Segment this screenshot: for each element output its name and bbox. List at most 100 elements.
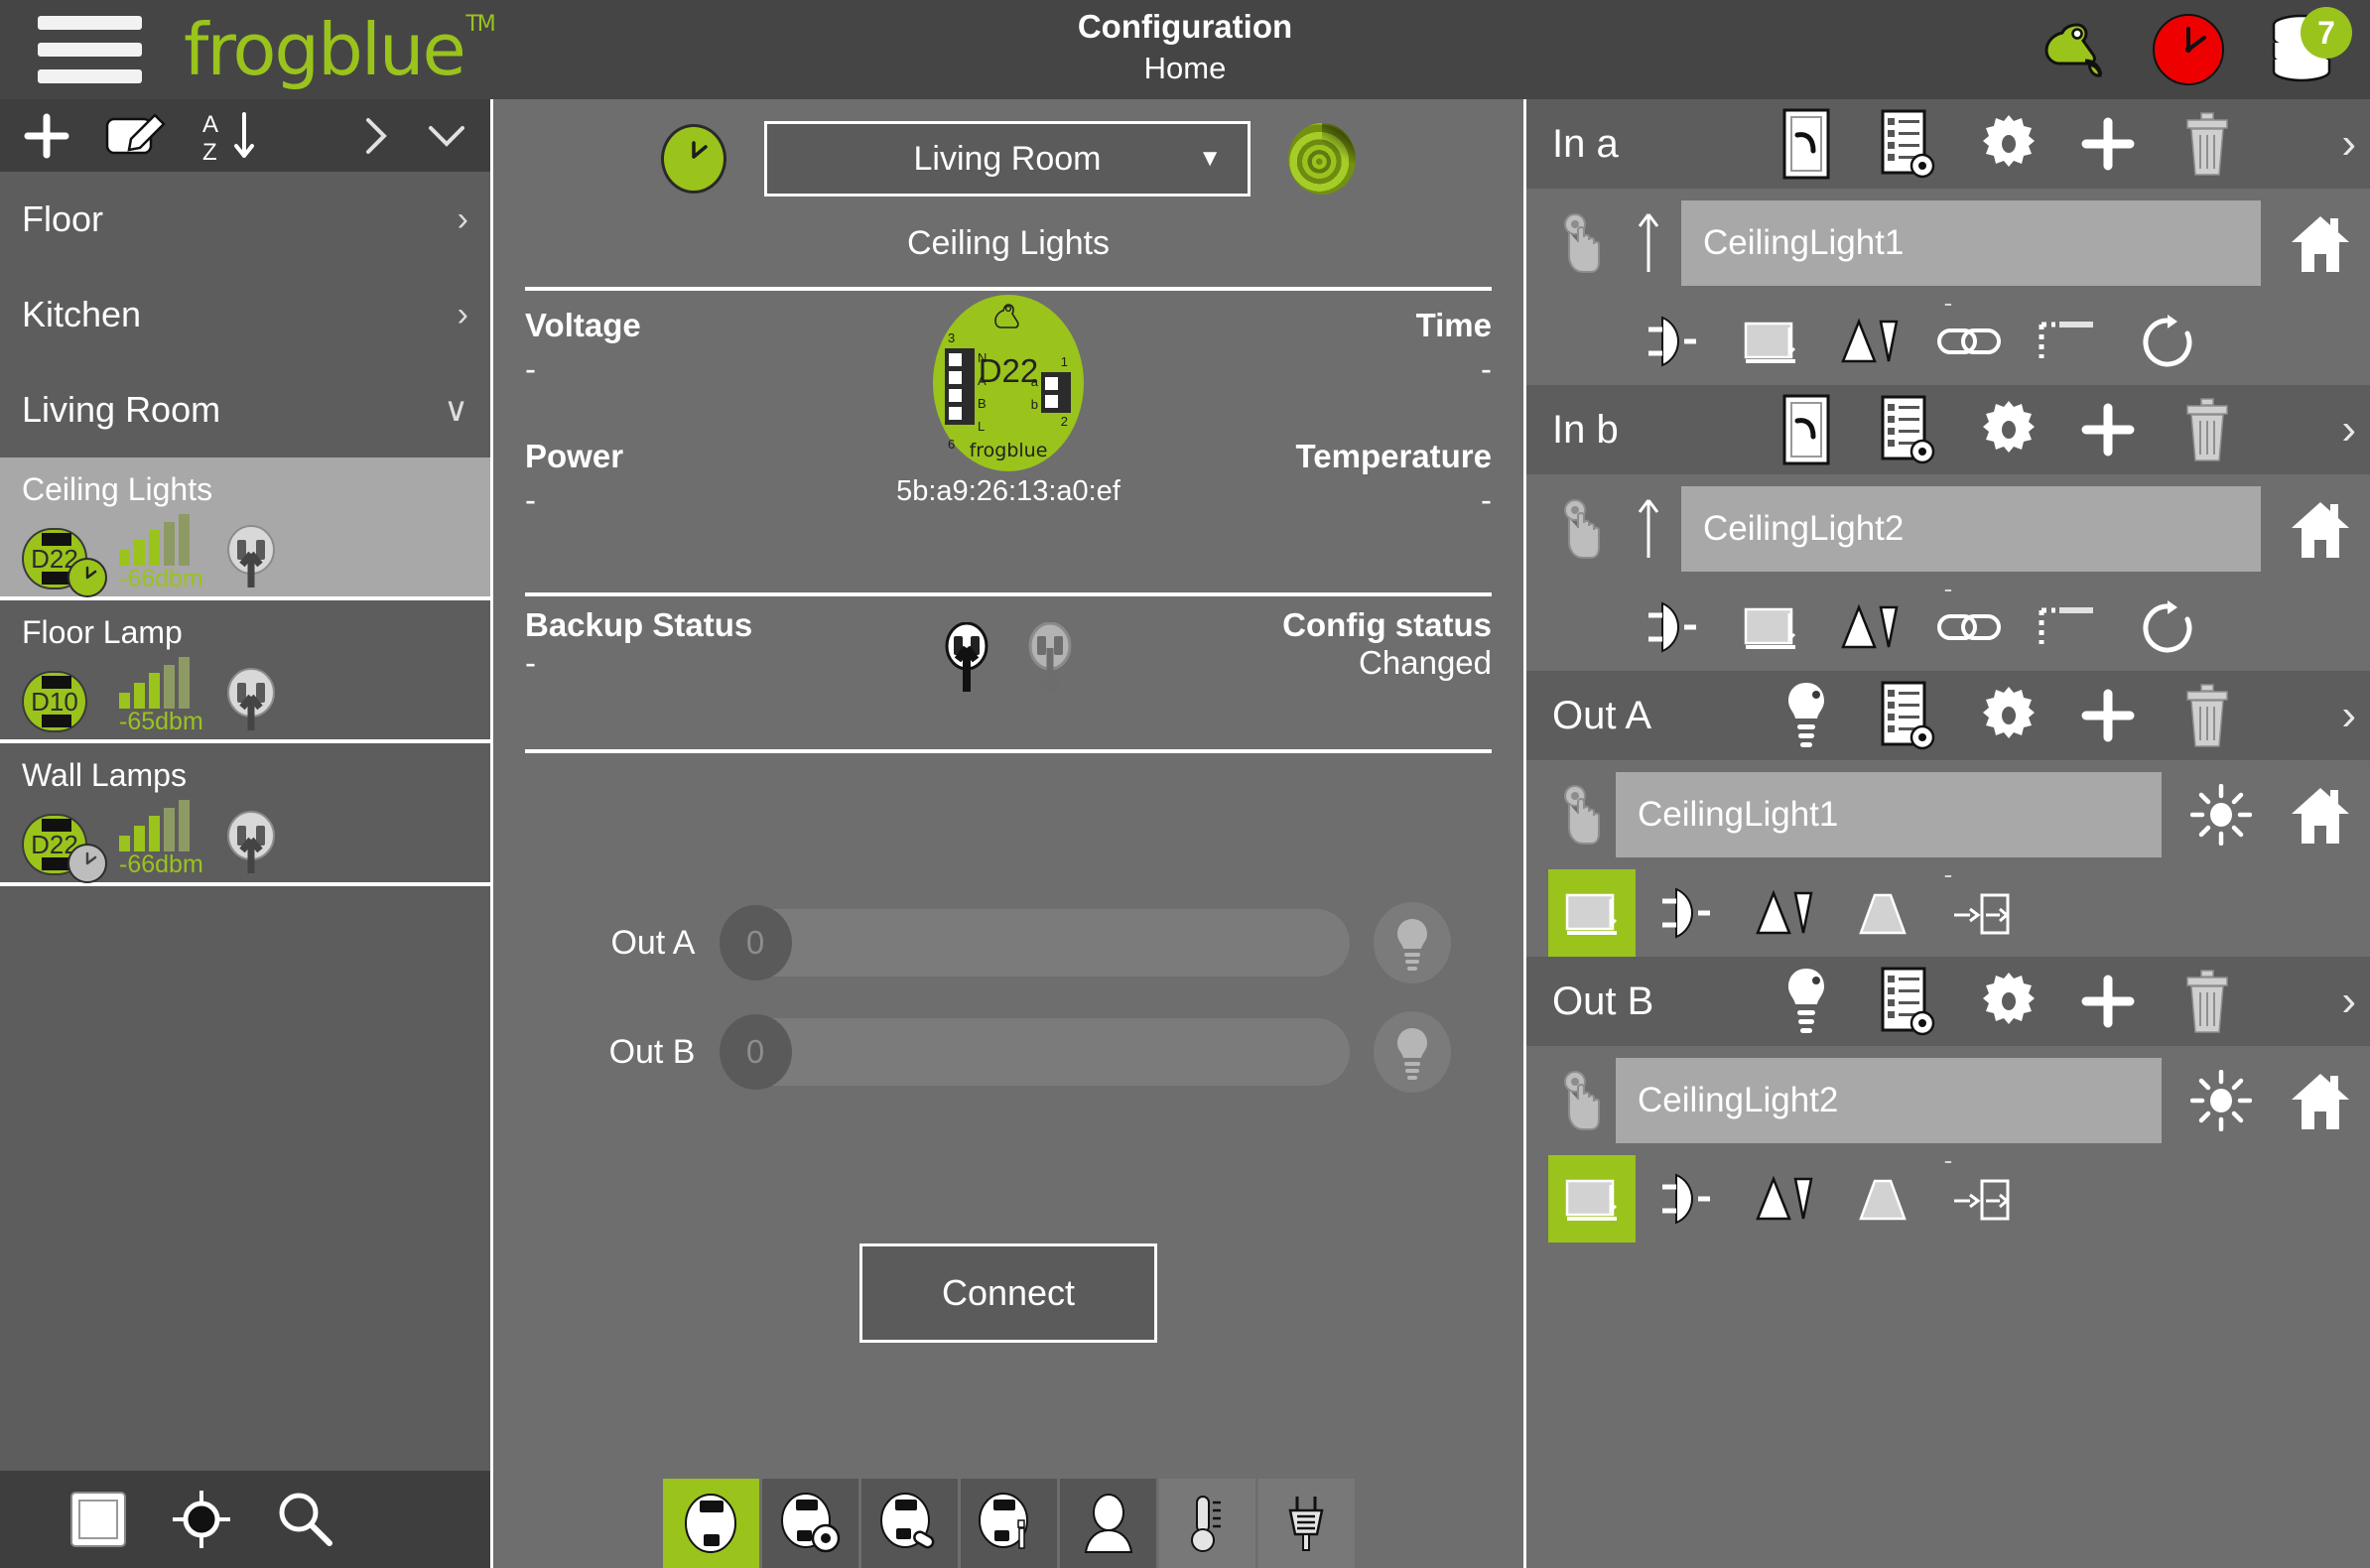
sort-az-icon[interactable]: A Z <box>200 108 258 164</box>
bulb-button-a[interactable] <box>1373 902 1451 983</box>
arrow-door-icon[interactable] <box>1933 889 2033 937</box>
triangles-icon[interactable] <box>1735 887 1834 939</box>
trapezoid-icon[interactable] <box>1834 1175 1933 1223</box>
section-expand-chevron-in-a[interactable]: › <box>2257 119 2370 169</box>
blind-icon[interactable] <box>1548 869 1636 957</box>
link-icon[interactable] <box>1919 607 2019 647</box>
list-item[interactable]: Floor Lamp D10 -65dbm <box>0 600 490 743</box>
upload-plug-icon[interactable] <box>222 524 280 589</box>
sun-icon[interactable] <box>2172 784 2271 846</box>
plug-half-icon[interactable] <box>1636 1169 1735 1229</box>
square-icon[interactable] <box>67 1489 129 1550</box>
list-gear-icon[interactable] <box>1856 108 1959 180</box>
add-icon[interactable] <box>22 111 71 161</box>
collapse-all-icon[interactable] <box>425 121 468 151</box>
assigned-name-field[interactable]: CeilingLight1 <box>1616 772 2162 857</box>
list-gear-icon[interactable] <box>1856 966 1959 1037</box>
touch-hand-icon[interactable] <box>1548 212 1616 274</box>
upload-plug-icon[interactable] <box>222 667 280 732</box>
output-slider-a[interactable]: 0 <box>719 905 1350 980</box>
assigned-name-field[interactable]: CeilingLight2 <box>1681 486 2261 572</box>
gear-icon[interactable] <box>1959 113 2058 175</box>
gear-icon[interactable] <box>1959 399 2058 460</box>
clock-icon[interactable] <box>2150 11 2227 88</box>
plug-half-icon[interactable] <box>1622 312 1721 371</box>
tab-device-settings[interactable] <box>761 1479 858 1568</box>
slider-knob[interactable]: 0 <box>719 1014 792 1090</box>
blind-icon[interactable] <box>1721 318 1820 365</box>
frog-icon[interactable] <box>2037 11 2114 88</box>
plus-icon[interactable] <box>2058 689 2158 742</box>
touch-hand-icon[interactable] <box>1548 784 1616 846</box>
touch-hand-icon[interactable] <box>1548 498 1616 560</box>
assigned-name-field[interactable]: CeilingLight1 <box>1681 200 2261 286</box>
list-gear-icon[interactable] <box>1856 680 1959 751</box>
search-icon[interactable] <box>274 1489 335 1550</box>
arrow-door-icon[interactable] <box>1933 1175 2033 1223</box>
house-icon[interactable] <box>2271 1068 2370 1133</box>
trapezoid-icon[interactable] <box>1834 889 1933 937</box>
switch-icon[interactable] <box>1757 393 1856 466</box>
assigned-name-field[interactable]: CeilingLight2 <box>1616 1058 2162 1143</box>
sun-icon[interactable] <box>2172 1070 2271 1131</box>
edit-icon[interactable] <box>105 112 167 159</box>
blind-icon[interactable] <box>1721 603 1820 651</box>
bulb-icon[interactable] <box>1757 679 1856 752</box>
clock-button[interactable] <box>661 124 726 194</box>
download-plug-icon[interactable] <box>1023 622 1077 694</box>
bulb-icon[interactable] <box>1757 965 1856 1038</box>
tab-device-link[interactable] <box>860 1479 958 1568</box>
plus-icon[interactable] <box>2058 117 2158 171</box>
tab-plug[interactable] <box>1257 1479 1355 1568</box>
upload-plug-icon[interactable] <box>222 810 280 875</box>
plug-half-icon[interactable] <box>1636 883 1735 943</box>
plus-icon[interactable] <box>2058 403 2158 457</box>
trash-icon[interactable] <box>2158 397 2257 462</box>
radar-icon[interactable] <box>1288 123 1356 195</box>
triangles-icon[interactable] <box>1820 316 1919 367</box>
section-expand-chevron-out-b[interactable]: › <box>2257 977 2370 1026</box>
house-icon[interactable] <box>2271 496 2370 562</box>
expand-all-icon[interactable] <box>361 114 391 158</box>
gear-icon[interactable] <box>1959 971 2058 1032</box>
dashed-step-icon[interactable] <box>2019 319 2118 364</box>
tab-thermometer[interactable] <box>1158 1479 1255 1568</box>
plus-icon[interactable] <box>2058 975 2158 1028</box>
tab-device-slider[interactable] <box>960 1479 1057 1568</box>
connect-button[interactable]: Connect <box>859 1242 1157 1343</box>
target-icon[interactable] <box>171 1489 232 1550</box>
output-slider-b[interactable]: 0 <box>719 1014 1350 1090</box>
database-icon[interactable]: 7 <box>2263 7 2352 88</box>
bulb-button-b[interactable] <box>1373 1011 1451 1093</box>
plug-half-icon[interactable] <box>1622 597 1721 657</box>
dashed-step-icon[interactable] <box>2019 604 2118 650</box>
blind-icon[interactable] <box>1548 1155 1636 1242</box>
section-expand-chevron-in-b[interactable]: › <box>2257 405 2370 455</box>
triangles-icon[interactable] <box>1820 601 1919 653</box>
room-select[interactable]: Living Room ▼ <box>764 121 1251 196</box>
list-gear-icon[interactable] <box>1856 394 1959 465</box>
menu-icon[interactable] <box>38 16 142 83</box>
list-item[interactable]: Ceiling Lights D22 -66dbm <box>0 457 490 600</box>
house-icon[interactable] <box>2271 210 2370 276</box>
gear-icon[interactable] <box>1959 685 2058 746</box>
sidebar-category-kitchen[interactable]: Kitchen › <box>0 267 490 362</box>
section-expand-chevron-out-a[interactable]: › <box>2257 691 2370 740</box>
sidebar-category-floor[interactable]: Floor › <box>0 172 490 267</box>
house-icon[interactable] <box>2271 782 2370 848</box>
triangles-icon[interactable] <box>1735 1173 1834 1225</box>
trash-icon[interactable] <box>2158 969 2257 1034</box>
slider-knob[interactable]: 0 <box>719 905 792 980</box>
trash-icon[interactable] <box>2158 683 2257 748</box>
sidebar-category-living-room[interactable]: Living Room ∨ <box>0 362 490 457</box>
tab-user[interactable] <box>1059 1479 1156 1568</box>
refresh-icon[interactable] <box>2118 598 2217 656</box>
refresh-icon[interactable] <box>2118 313 2217 370</box>
upload-plug-icon[interactable] <box>940 622 993 694</box>
trash-icon[interactable] <box>2158 111 2257 177</box>
touch-hand-icon[interactable] <box>1548 1070 1616 1131</box>
link-icon[interactable] <box>1919 322 2019 361</box>
switch-icon[interactable] <box>1757 107 1856 181</box>
tab-device[interactable] <box>662 1479 759 1568</box>
list-item[interactable]: Wall Lamps D22 -66dbm <box>0 743 490 886</box>
